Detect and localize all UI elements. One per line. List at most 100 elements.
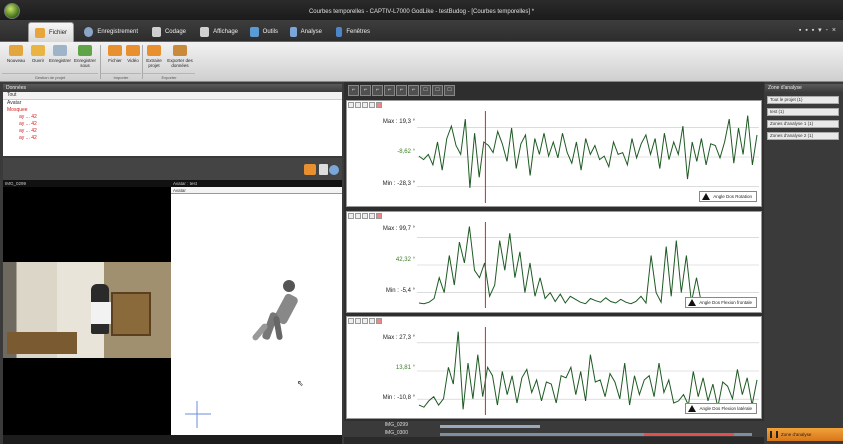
tab-fenetres[interactable]: Fenêtres	[330, 22, 376, 42]
page-icon[interactable]	[319, 164, 328, 175]
ribbon-tabs: Fichier Enregistrement Codage Affichage …	[0, 20, 843, 42]
data-panel-header: Données	[3, 84, 342, 92]
group-label: Importer	[101, 73, 141, 81]
series-legend: Angle Dos Rotation	[699, 191, 757, 202]
coding-icon	[152, 27, 161, 37]
save-as-icon	[78, 45, 92, 56]
new-icon	[9, 45, 23, 56]
export-icon	[173, 45, 187, 56]
video-timeline[interactable]	[3, 435, 342, 444]
tree-item[interactable]: Mosquee	[3, 107, 342, 114]
chart-panel-controls[interactable]	[348, 102, 382, 109]
tree-item[interactable]: ay ... 42	[3, 135, 342, 142]
tab-fichier[interactable]: Fichier	[28, 22, 74, 42]
video-source-select[interactable]: IMG_0299	[3, 180, 171, 187]
mouse-cursor-icon: ⇖	[297, 379, 304, 388]
track-segment[interactable]	[440, 425, 540, 428]
video-frame	[3, 262, 171, 358]
boxes	[7, 332, 77, 354]
tab-outils[interactable]: Outils	[244, 22, 284, 42]
cursor-tool-icon[interactable]: ⌐	[384, 85, 395, 96]
chart-panel-controls[interactable]	[348, 318, 382, 325]
video-import-icon	[126, 45, 140, 56]
analysis-panel: Zone d'analyse Tout le projet (1) test (…	[765, 82, 843, 444]
tab-affichage[interactable]: Affichage	[194, 22, 244, 42]
group-label: Exporter	[143, 73, 195, 81]
series-line	[418, 115, 758, 188]
track-selection[interactable]	[644, 433, 734, 436]
avatar-source-select[interactable]: Avatar : test	[171, 180, 342, 187]
zoom-tool-icon[interactable]: □	[444, 85, 455, 96]
cursor-tool-icon[interactable]: ⌐	[408, 85, 419, 96]
analysis-zone-item[interactable]: Zones d'analyse 1 (1)	[767, 120, 839, 128]
export-data-button[interactable]: Exporter des données	[166, 45, 194, 68]
triangle-icon	[688, 299, 697, 306]
globe-icon[interactable]	[329, 165, 339, 175]
zoom-tool-icon[interactable]: □	[420, 85, 431, 96]
open-folder-icon	[31, 45, 45, 56]
timeline-track-label: IMG_0300	[384, 430, 408, 436]
camera-icon[interactable]	[304, 164, 316, 175]
mid-label: 13,81 °	[395, 365, 415, 371]
analysis-zone-item[interactable]: Tout le projet (1)	[767, 96, 839, 104]
analysis-zone-item[interactable]: Zones d'analyse 2 (1)	[767, 132, 839, 140]
title-bar: Courbes temporelles - CAPTIV-L7000 GodLi…	[0, 0, 843, 20]
tree-item[interactable]: ay ... 42	[3, 114, 342, 121]
flexion-laterale-chart	[417, 327, 759, 415]
analysis-zone-button[interactable]: Zone d'analyse	[767, 428, 843, 441]
chart-panel-flexion-laterale[interactable]: Max : 27,3 ° 13,81 ° Min : -10,8 ° Angle…	[346, 316, 762, 419]
max-label: Max : 19,3 °	[382, 119, 415, 125]
chart-panel-flexion-frontale[interactable]: Max : 99,7 ° 42,32 ° Min : -5,4 ° Angle …	[346, 211, 762, 313]
windows-icon	[336, 27, 343, 37]
file-import-icon	[108, 45, 122, 56]
mid-label: 42,32 °	[395, 257, 415, 263]
tab-analyse[interactable]: Analyse	[284, 22, 328, 42]
video-toolbar	[3, 158, 342, 180]
group-label: Gestion de projet	[2, 73, 98, 81]
save-as-button[interactable]: Enregistrer sous	[73, 45, 97, 68]
analysis-zone-item[interactable]: test (1)	[767, 108, 839, 116]
chart-panel-controls[interactable]	[348, 213, 382, 220]
avatar-select[interactable]: Avatar	[171, 187, 342, 194]
tree-item[interactable]: ay ... 42	[3, 128, 342, 135]
chart-panel-rotation[interactable]: Max : 19,3 ° -8,62 ° Min : -28,3 ° Angle…	[346, 100, 762, 207]
window-controls[interactable]: ▪ ▪ ▪ ▾ - ×	[799, 26, 837, 34]
min-label: Min : -5,4 °	[385, 288, 415, 294]
triangle-icon	[688, 405, 697, 412]
ribbon: Nouveau Ouvrir Enregistrer Enregistrer s…	[0, 42, 843, 82]
min-label: Min : -28,3 °	[382, 181, 415, 187]
tab-codage[interactable]: Codage	[146, 22, 192, 42]
tree-item[interactable]: Avatar	[3, 100, 342, 107]
save-icon	[53, 45, 67, 56]
cursor-tool-icon[interactable]: ⌐	[348, 85, 359, 96]
extract-project-button[interactable]: Extraire projet	[142, 45, 166, 68]
timeline-track-label: IMG_0299	[384, 422, 408, 428]
workbench	[111, 292, 151, 336]
skeleton-avatar	[185, 280, 298, 428]
zoom-tool-icon[interactable]: □	[432, 85, 443, 96]
tools-icon	[250, 27, 259, 37]
mid-label: -8,62 °	[397, 149, 415, 155]
tree-item[interactable]: ay ... 42	[3, 121, 342, 128]
save-button[interactable]: Enregistrer	[48, 45, 72, 63]
person-shirt	[91, 302, 113, 324]
new-button[interactable]: Nouveau	[4, 45, 28, 63]
series-legend: Angle Dos Flexion frontale	[685, 297, 757, 308]
series-line	[418, 331, 758, 410]
filter-select[interactable]: Tout	[3, 92, 342, 100]
flexion-frontale-chart	[417, 222, 759, 308]
media-timeline[interactable]: IMG_0299 IMG_0300	[344, 421, 764, 444]
recording-icon	[84, 27, 94, 37]
cursor-tool-icon[interactable]: ⌐	[372, 85, 383, 96]
tree-list: Avatar Mosquee ay ... 42 ay ... 42 ay ... 42…	[3, 100, 342, 142]
min-label: Min : -10,8 °	[382, 395, 415, 401]
window-title: Courbes temporelles - CAPTIV-L7000 GodLi…	[308, 9, 535, 15]
open-button[interactable]: Ouvrir	[26, 45, 50, 63]
timeline-scale	[344, 437, 764, 444]
tab-enregistrement[interactable]: Enregistrement	[78, 22, 144, 42]
cursor-tool-icon[interactable]: ⌐	[360, 85, 371, 96]
max-label: Max : 27,3 °	[382, 335, 415, 341]
cursor-tool-icon[interactable]: ⌐	[396, 85, 407, 96]
avatar-view[interactable]: Avatar ⇖	[171, 187, 342, 435]
zone-marker-icon	[770, 431, 778, 438]
